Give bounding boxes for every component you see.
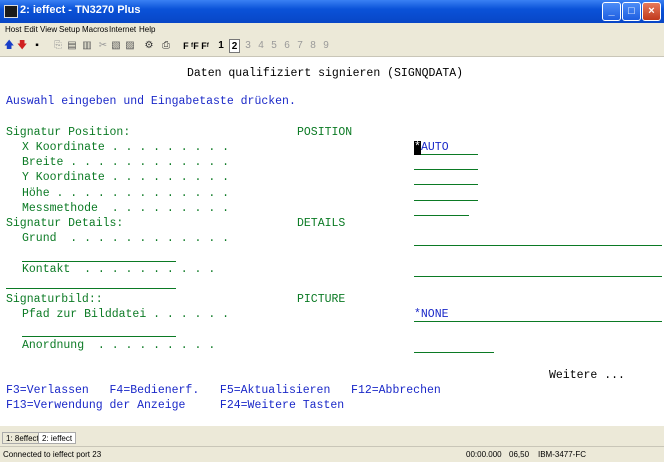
terminal-model: IBM-3477-FC (538, 450, 587, 459)
instruction-text: Auswahl eingeben und Eingabetaste drücke… (6, 95, 296, 108)
anordnung-label: Anordnung . . . . . . . . . (22, 339, 216, 352)
menu-bar: Host Edit View Setup Macros Internet Hel… (0, 23, 664, 36)
kontakt-label: Kontakt . . . . . . . . . . (22, 263, 216, 276)
divider (22, 261, 176, 262)
save-icon[interactable]: ▪ (31, 39, 43, 53)
menu-internet[interactable]: Internet (109, 25, 136, 34)
paste-append-icon[interactable]: ▨ (124, 39, 136, 53)
session-tab-2-active[interactable]: 2 (229, 39, 240, 53)
terminal-window: 2: ieffect - TN3270 Plus _ □ × Host Edit… (0, 0, 664, 462)
session-tabs: 1: 8effect 2: ieffect (0, 431, 664, 446)
pfad-label: Pfad zur Bilddatei . . . . . . (22, 308, 230, 321)
bild-section-label: Signaturbild:: (6, 293, 103, 306)
grund-label: Grund . . . . . . . . . . . . (22, 232, 230, 245)
session-tab-8[interactable]: 8 (309, 39, 317, 53)
font-size-buttons[interactable]: F ᶠF Fᶠ (181, 39, 211, 53)
session-tab-9[interactable]: 9 (322, 39, 330, 53)
menu-host[interactable]: Host (5, 25, 21, 34)
maximize-button[interactable]: □ (622, 2, 641, 21)
send-up-arrow-icon[interactable]: 🡅 (4, 39, 14, 53)
menu-macros[interactable]: Macros (82, 25, 108, 34)
cut-icon[interactable]: ✂ (97, 39, 109, 53)
divider (6, 288, 176, 289)
session-tab-6[interactable]: 6 (283, 39, 291, 53)
cursor-position: 06,50 (509, 450, 530, 459)
copy-icon[interactable]: ⎘ (52, 39, 64, 53)
y-koordinate-label: Y Koordinate . . . . . . . . . (22, 171, 230, 184)
picture-tag: PICTURE (297, 293, 346, 306)
session-tab-5[interactable]: 5 (270, 39, 278, 53)
terminal-app-icon (4, 5, 18, 18)
menu-view[interactable]: View (40, 25, 57, 34)
breite-field[interactable] (414, 156, 478, 170)
function-keys-row-1: F3=Verlassen F4=Bedienerf. F5=Aktualisie… (6, 384, 441, 397)
title-bar: 2: ieffect - TN3270 Plus _ □ × (0, 0, 664, 23)
position-section-label: Signatur Position: (6, 126, 131, 139)
pfad-value: *NONE (414, 308, 449, 321)
messmethode-field[interactable] (414, 202, 469, 216)
screen-title: Daten qualifiziert signieren (SIGNQDATA) (187, 67, 464, 80)
menu-edit[interactable]: Edit (24, 25, 38, 34)
y-koordinate-field[interactable] (414, 171, 478, 185)
print-icon[interactable]: ⎙ (160, 39, 172, 53)
kontakt-field[interactable] (414, 263, 662, 277)
toolbar: 🡅 🡇 ▪ ⎘ ▤ ▥ ✂ ▧ ▨ ⚙ ⎙ F ᶠF Fᶠ 1 2 3 4 5 … (0, 36, 664, 57)
minimize-button[interactable]: _ (602, 2, 621, 21)
position-tag: POSITION (297, 126, 353, 139)
details-section-label: Signatur Details: (6, 217, 124, 230)
hoehe-field[interactable] (414, 187, 478, 201)
receive-down-arrow-icon[interactable]: 🡇 (17, 39, 27, 53)
session-tab-1[interactable]: 1 (217, 39, 225, 53)
session-tab-ieffect[interactable]: 2: ieffect (38, 432, 77, 444)
window-title: 2: ieffect - TN3270 Plus (20, 4, 141, 16)
connection-status: Connected to ieffect port 23 (3, 450, 102, 459)
session-tab-8effect[interactable]: 1: 8effect (2, 432, 43, 444)
x-koordinate-label: X Koordinate . . . . . . . . . (22, 141, 230, 154)
hoehe-label: Höhe . . . . . . . . . . . . . (22, 187, 230, 200)
session-tab-3[interactable]: 3 (244, 39, 252, 53)
divider (22, 336, 176, 337)
status-bar: Connected to ieffect port 23 00:00.000 0… (0, 446, 664, 462)
paste-icon[interactable]: ▤ (66, 39, 78, 53)
grund-field[interactable] (414, 232, 662, 246)
more-indicator: Weitere ... (549, 369, 625, 382)
x-koordinate-value: AUTO (421, 141, 449, 154)
session-tab-7[interactable]: 7 (296, 39, 304, 53)
function-keys-row-2: F13=Verwendung der Anzeige F24=Weitere T… (6, 399, 345, 412)
clipboard-icon[interactable]: ▥ (81, 39, 93, 53)
x-koordinate-field[interactable]: * AUTO (414, 141, 478, 155)
anordnung-field[interactable] (414, 339, 494, 353)
pfad-field[interactable]: *NONE (414, 308, 662, 322)
text-cursor: * (414, 141, 421, 155)
menu-help[interactable]: Help (139, 25, 155, 34)
messmethode-label: Messmethode . . . . . . . . . (22, 202, 230, 215)
session-tab-4[interactable]: 4 (257, 39, 265, 53)
settings-icon[interactable]: ⚙ (143, 39, 155, 53)
menu-setup[interactable]: Setup (59, 25, 80, 34)
copy-append-icon[interactable]: ▧ (110, 39, 122, 53)
close-button[interactable]: × (642, 2, 661, 21)
breite-label: Breite . . . . . . . . . . . . (22, 156, 230, 169)
terminal-screen[interactable]: Daten qualifiziert signieren (SIGNQDATA)… (0, 57, 664, 426)
details-tag: DETAILS (297, 217, 346, 230)
elapsed-time: 00:00.000 (466, 450, 502, 459)
